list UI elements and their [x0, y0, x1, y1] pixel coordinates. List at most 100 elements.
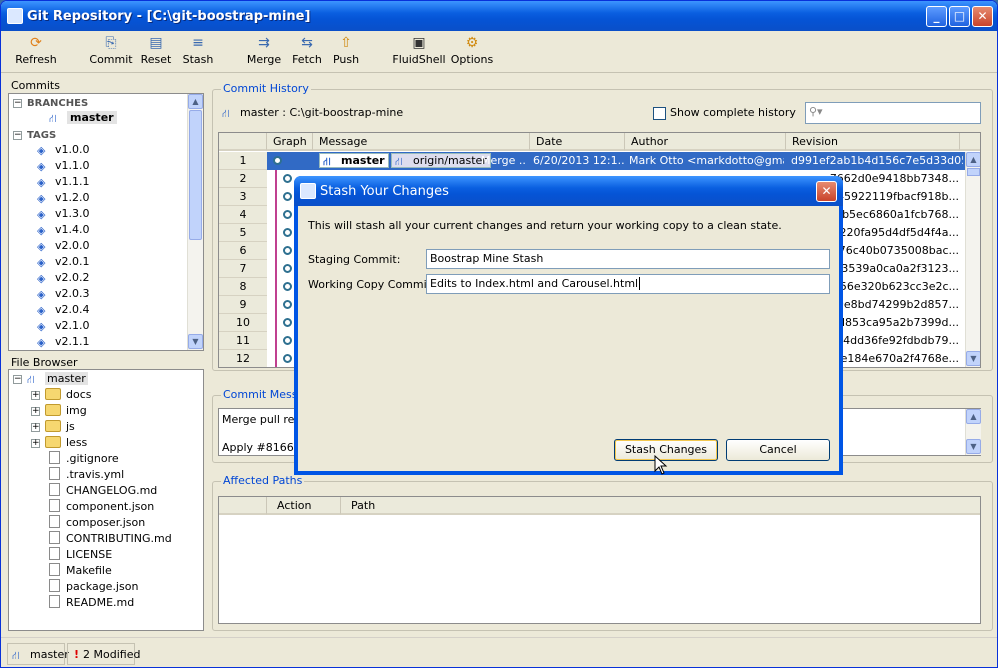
- reset-button[interactable]: ▤ Reset: [135, 33, 177, 66]
- file-item[interactable]: composer.json: [49, 515, 145, 531]
- message-column-header[interactable]: Message: [313, 133, 530, 151]
- tag-item[interactable]: ◈ v2.0.3: [37, 286, 90, 302]
- tag-item[interactable]: ◈ v2.0.4: [37, 302, 90, 318]
- commit-history-title: Commit History: [221, 82, 311, 95]
- maximize-button[interactable]: □: [949, 6, 970, 27]
- row-number: 2: [219, 170, 267, 188]
- commit-icon: ⎘: [105, 35, 117, 51]
- mouse-pointer-icon: [654, 455, 668, 475]
- minimize-button[interactable]: _: [926, 6, 947, 27]
- branch-item-master[interactable]: ⛙ master: [49, 110, 117, 126]
- merge-button[interactable]: ⇉ Merge: [243, 33, 285, 66]
- graph-column-header[interactable]: Graph: [267, 133, 313, 151]
- action-column-header[interactable]: Action: [267, 497, 341, 515]
- file-root-master[interactable]: − ⛙ master: [13, 371, 88, 387]
- scroll-down-arrow[interactable]: ▼: [966, 351, 980, 366]
- branch-badge: ⛙ master: [319, 153, 389, 168]
- show-complete-history-checkbox[interactable]: Show complete history: [653, 106, 796, 120]
- graph-line: [275, 350, 277, 367]
- app-icon: [7, 8, 23, 24]
- tag-item[interactable]: ◈ v1.3.0: [37, 206, 90, 222]
- file-item[interactable]: CONTRIBUTING.md: [49, 531, 172, 547]
- status-modified[interactable]: ! 2 Modified: [67, 643, 140, 665]
- tag-item[interactable]: ◈ v2.1.1: [37, 334, 90, 350]
- row-number: 12: [219, 350, 267, 367]
- expand-icon[interactable]: +: [31, 391, 40, 400]
- refresh-button[interactable]: ⟳ Refresh: [14, 33, 58, 66]
- staging-commit-input[interactable]: Boostrap Mine Stash: [426, 249, 830, 269]
- tag-icon: ◈: [37, 320, 46, 333]
- stash-button[interactable]: ≡ Stash: [178, 33, 218, 66]
- message-scrollbar[interactable]: ▲ ▼: [965, 409, 981, 455]
- scroll-thumb[interactable]: [189, 110, 202, 240]
- push-button[interactable]: ⇧ Push: [327, 33, 365, 66]
- file-item[interactable]: .gitignore: [49, 451, 119, 467]
- tag-item[interactable]: ◈ v2.1.0: [37, 318, 90, 334]
- collapse-icon[interactable]: −: [13, 131, 22, 140]
- tag-item[interactable]: ◈ v1.1.0: [37, 158, 90, 174]
- scroll-up-arrow[interactable]: ▲: [966, 152, 980, 167]
- branch-path: ⛙ master : C:\git-boostrap-mine: [222, 106, 404, 120]
- tag-icon: ◈: [37, 160, 46, 173]
- tag-item[interactable]: ◈ v2.0.0: [37, 238, 90, 254]
- table-row[interactable]: 1 ⛙ master ⛙ origin/master Merge ... 6/20/2013…: [219, 152, 965, 170]
- search-input[interactable]: ⚲▾: [805, 102, 981, 124]
- fetch-button[interactable]: ⇆ Fetch: [287, 33, 327, 66]
- tag-item[interactable]: ◈ v1.4.0: [37, 222, 90, 238]
- commits-scrollbar[interactable]: ▲ ▼: [187, 94, 203, 350]
- branch-icon: ⛙: [323, 155, 331, 168]
- working-copy-commit-label: Working Copy Commit:: [308, 278, 435, 291]
- dialog-close-button[interactable]: ✕: [816, 181, 837, 202]
- commit-button[interactable]: ⎘ Commit: [89, 33, 133, 66]
- scroll-thumb[interactable]: [967, 168, 980, 176]
- row-number-header: [219, 133, 267, 151]
- scroll-down-arrow[interactable]: ▼: [966, 439, 981, 454]
- header-filler: [960, 133, 980, 151]
- remote-branch-icon: ⛙: [395, 155, 403, 168]
- text-cursor: [639, 277, 641, 290]
- author-column-header[interactable]: Author: [625, 133, 786, 151]
- tag-item[interactable]: ◈ v1.2.0: [37, 190, 90, 206]
- file-item[interactable]: LICENSE: [49, 547, 112, 563]
- expand-icon[interactable]: +: [31, 423, 40, 432]
- tag-item[interactable]: ◈ v1.0.0: [37, 142, 90, 158]
- collapse-icon[interactable]: −: [13, 375, 22, 384]
- graph-node: [283, 354, 292, 363]
- branches-node[interactable]: − BRANCHES: [13, 95, 88, 111]
- working-copy-commit-input[interactable]: Edits to Index.html and Carousel.html: [426, 274, 830, 294]
- file-item[interactable]: Makefile: [49, 563, 112, 579]
- tags-node[interactable]: − TAGS: [13, 127, 56, 143]
- row-number: 5: [219, 224, 267, 242]
- options-button[interactable]: ⚙ Options: [449, 33, 495, 66]
- folder-item[interactable]: + js: [31, 419, 75, 435]
- tag-item[interactable]: ◈ v1.1.1: [37, 174, 90, 190]
- file-item[interactable]: package.json: [49, 579, 138, 595]
- folder-item[interactable]: + less: [31, 435, 87, 451]
- scroll-up-arrow[interactable]: ▲: [188, 94, 203, 109]
- file-item[interactable]: README.md: [49, 595, 134, 611]
- scroll-up-arrow[interactable]: ▲: [966, 409, 981, 424]
- file-icon: [49, 563, 60, 576]
- close-button[interactable]: ✕: [972, 6, 993, 27]
- expand-icon[interactable]: +: [31, 439, 40, 448]
- history-scrollbar[interactable]: ▲ ▼: [965, 152, 980, 367]
- tag-item[interactable]: ◈ v2.0.1: [37, 254, 90, 270]
- graph-node: [283, 282, 292, 291]
- folder-item[interactable]: + docs: [31, 387, 92, 403]
- tag-item[interactable]: ◈ v2.0.2: [37, 270, 90, 286]
- graph-node: [283, 336, 292, 345]
- cancel-button[interactable]: Cancel: [726, 439, 830, 461]
- checkbox-box[interactable]: [653, 107, 666, 120]
- collapse-icon[interactable]: −: [13, 99, 22, 108]
- folder-item[interactable]: + img: [31, 403, 87, 419]
- path-column-header[interactable]: Path: [341, 497, 980, 515]
- date-column-header[interactable]: Date: [530, 133, 625, 151]
- scroll-down-arrow[interactable]: ▼: [188, 334, 203, 349]
- expand-icon[interactable]: +: [31, 407, 40, 416]
- revision-column-header[interactable]: Revision: [786, 133, 960, 151]
- fluidshell-button[interactable]: ▣ FluidShell: [391, 33, 447, 66]
- file-item[interactable]: component.json: [49, 499, 154, 515]
- stash-dialog: Stash Your Changes ✕ This will stash all…: [294, 176, 843, 475]
- file-item[interactable]: .travis.yml: [49, 467, 124, 483]
- file-item[interactable]: CHANGELOG.md: [49, 483, 157, 499]
